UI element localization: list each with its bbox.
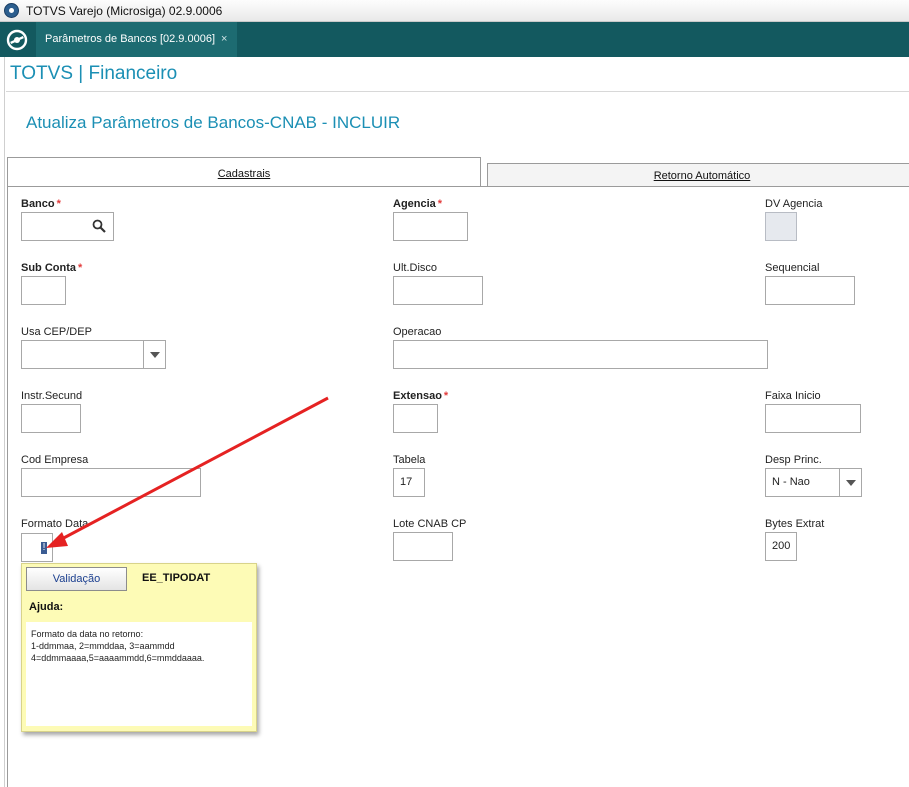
cod-empresa-label: Cod Empresa [21,454,89,466]
required-mark: * [437,198,443,210]
window-title: TOTVS Varejo (Microsiga) 02.9.0006 [26,4,223,18]
faixa-inicio-input[interactable] [765,404,861,433]
agencia-label-text: Agencia [393,198,436,210]
instr-secund-input[interactable] [21,404,81,433]
totvs-app-icon [4,3,19,18]
banco-label-text: Banco [21,198,55,210]
tab-cadastrais[interactable]: Cadastrais [7,157,481,186]
bytes-extrat-value: 200 [772,540,791,552]
operacao-input[interactable] [393,340,768,369]
required-mark: * [78,262,83,274]
desp-princ-value: N - Nao [772,476,810,488]
extensao-label: Extensao * [393,390,448,402]
bytes-extrat-input[interactable]: 200 [765,532,797,561]
sub-conta-label: Sub Conta * [21,262,82,274]
tabela-value: 17 [400,476,413,488]
sequencial-label: Sequencial [765,262,820,274]
dv-agencia-input [765,212,797,241]
tab-label: Parâmetros de Bancos [02.9.0006] [45,33,215,45]
help-text: Formato da data no retorno: 1-ddmmaa, 2=… [26,622,252,726]
usa-cep-dep-label: Usa CEP/DEP [21,326,92,338]
banco-input[interactable] [21,212,114,241]
banco-label: Banco * [21,198,61,210]
dv-agencia-label: DV Agencia [765,198,823,210]
help-line: 1-ddmmaa, 2=mmddaa, 3=aammdd [31,641,175,651]
help-ajuda-label: Ajuda: [29,601,64,613]
ult-disco-label: Ult.Disco [393,262,438,274]
tab-parametros-bancos[interactable]: Parâmetros de Bancos [02.9.0006] × [36,22,238,57]
close-icon[interactable]: × [221,33,227,45]
extensao-input[interactable] [393,404,438,433]
formato-data-value: ! [41,542,47,554]
required-mark: * [56,198,61,210]
module-tabbar: Parâmetros de Bancos [02.9.0006] × [0,22,909,57]
search-icon[interactable] [92,219,106,233]
module-title: TOTVS | Financeiro [10,63,178,84]
sequencial-input[interactable] [765,276,855,305]
instr-secund-label: Instr.Secund [21,390,83,402]
lote-cnab-cp-label: Lote CNAB CP [393,518,467,530]
operacao-label: Operacao [393,326,442,338]
formato-data-input[interactable]: ! [21,533,53,562]
desp-princ-label: Desp Princ. [765,454,822,466]
agencia-input[interactable] [393,212,468,241]
help-tooltip: Validação EE_TIPODAT Ajuda: Formato da d… [21,563,257,732]
cod-empresa-input[interactable] [21,468,201,497]
help-line: 4=ddmmaaaa,5=aaaammdd,6=mmddaaaa. [31,653,205,663]
ult-disco-input[interactable] [393,276,483,305]
chevron-down-icon[interactable] [839,469,861,496]
chevron-down-icon[interactable] [143,341,165,368]
lote-cnab-cp-input[interactable] [393,532,453,561]
sub-conta-input[interactable] [21,276,66,305]
desp-princ-select[interactable]: N - Nao [765,468,862,497]
bytes-extrat-label: Bytes Extrat [765,518,825,530]
divider [6,91,909,92]
sub-conta-label-text: Sub Conta [21,262,76,274]
agencia-label: Agencia * [393,198,442,210]
tabela-label: Tabela [393,454,426,466]
formato-data-label: Formato Data [21,518,89,530]
validacao-button[interactable]: Validação [26,567,127,591]
window-titlebar: TOTVS Varejo (Microsiga) 02.9.0006 [0,0,909,22]
tabela-input[interactable]: 17 [393,468,425,497]
totvs-home-icon[interactable] [6,29,28,51]
tab-retorno-automatico[interactable]: Retorno Automático [487,163,909,186]
faixa-inicio-label: Faixa Inicio [765,390,821,402]
usa-cep-dep-select[interactable] [21,340,166,369]
help-field-name: EE_TIPODAT [142,572,211,584]
page-title: Atualiza Parâmetros de Bancos-CNAB - INC… [26,113,401,132]
required-mark: * [443,390,449,402]
extensao-label-text: Extensao [393,390,442,402]
help-line: Formato da data no retorno: [31,629,144,639]
